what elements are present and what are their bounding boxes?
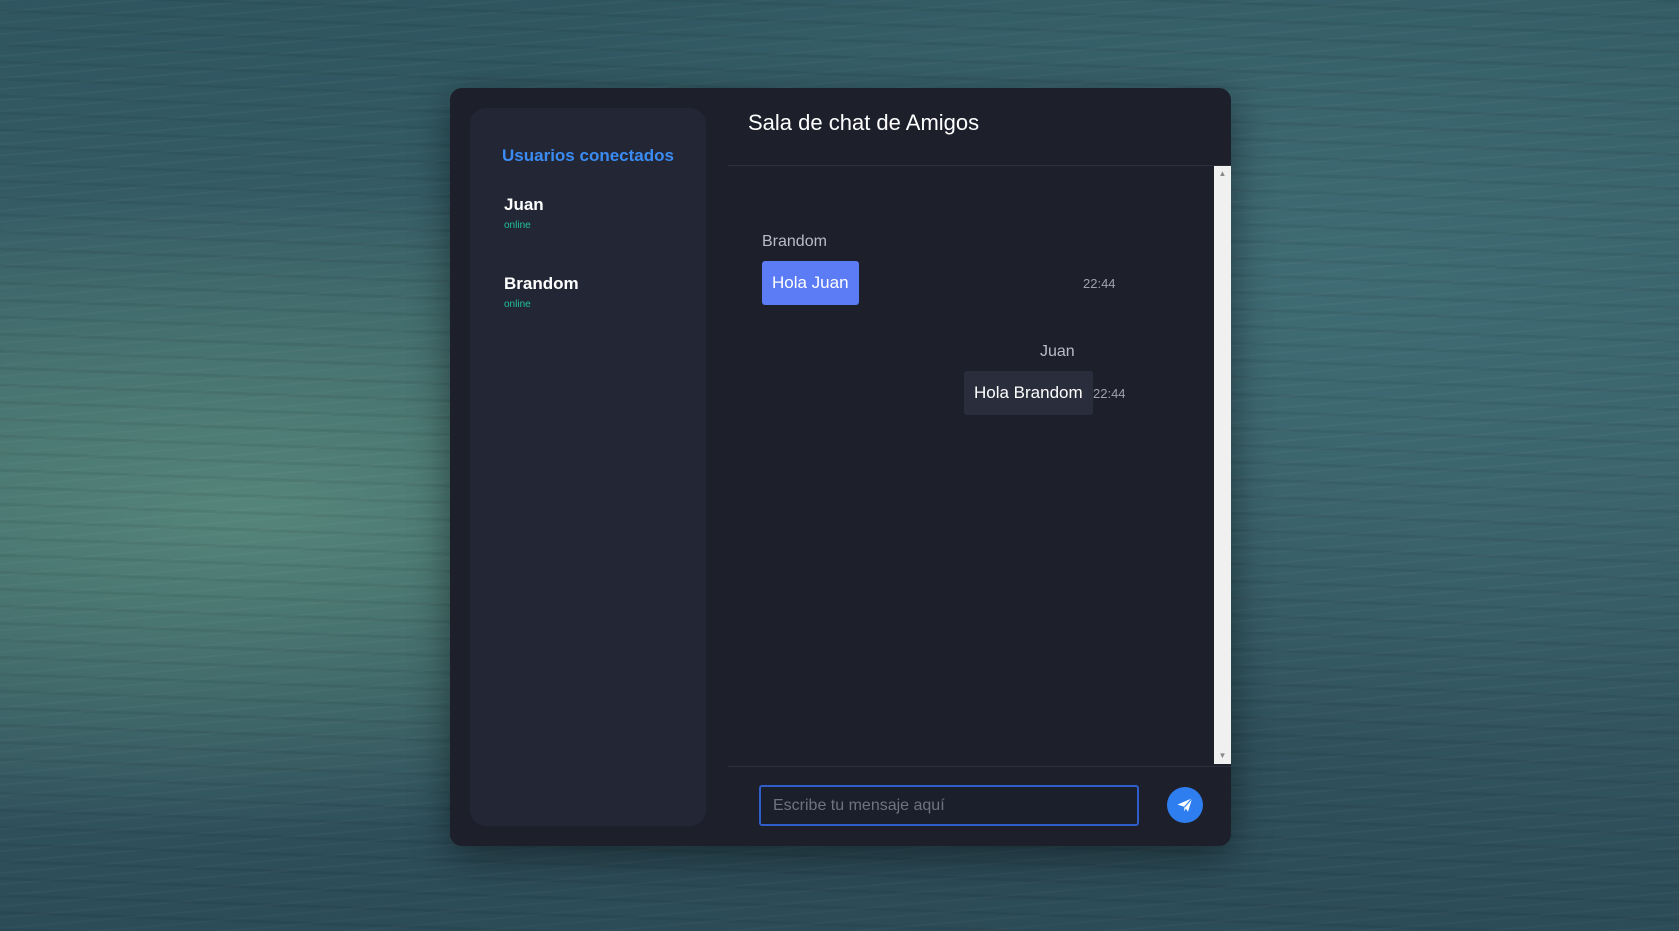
send-button[interactable]	[1167, 787, 1203, 823]
message-sender: Brandom	[762, 233, 827, 250]
message-bubble-outgoing: Hola Brandom	[964, 371, 1093, 415]
message-sender: Juan	[1040, 343, 1075, 360]
chat-room-title: Sala de chat de Amigos	[748, 110, 980, 135]
message-bubble-incoming: Hola Juan	[762, 261, 859, 305]
chat-header: Sala de chat de Amigos	[728, 88, 1231, 166]
message-time: 22:44	[1093, 386, 1126, 401]
message-composer	[728, 766, 1231, 846]
user-name: Brandom	[504, 274, 579, 293]
user-name: Juan	[504, 195, 544, 214]
user-item-brandom[interactable]: Brandom online	[504, 274, 684, 310]
message-list[interactable]: Brandom Hola Juan 22:44 Juan Hola Brando…	[728, 166, 1214, 764]
sidebar-title: Usuarios conectados	[502, 146, 674, 165]
chat-app-window: Usuarios conectados Juan online Brandom …	[450, 88, 1231, 846]
user-status: online	[504, 220, 531, 231]
message-time: 22:44	[1083, 276, 1116, 291]
user-status: online	[504, 299, 531, 310]
scroll-down-arrow-icon[interactable]: ▼	[1214, 750, 1231, 762]
user-item-juan[interactable]: Juan online	[504, 195, 684, 231]
scroll-up-arrow-icon[interactable]: ▲	[1214, 168, 1231, 180]
paper-plane-icon	[1177, 797, 1193, 812]
message-input[interactable]	[759, 785, 1139, 826]
message-scrollbar[interactable]: ▲ ▼	[1214, 166, 1231, 764]
connected-users-sidebar: Usuarios conectados Juan online Brandom …	[470, 108, 706, 826]
